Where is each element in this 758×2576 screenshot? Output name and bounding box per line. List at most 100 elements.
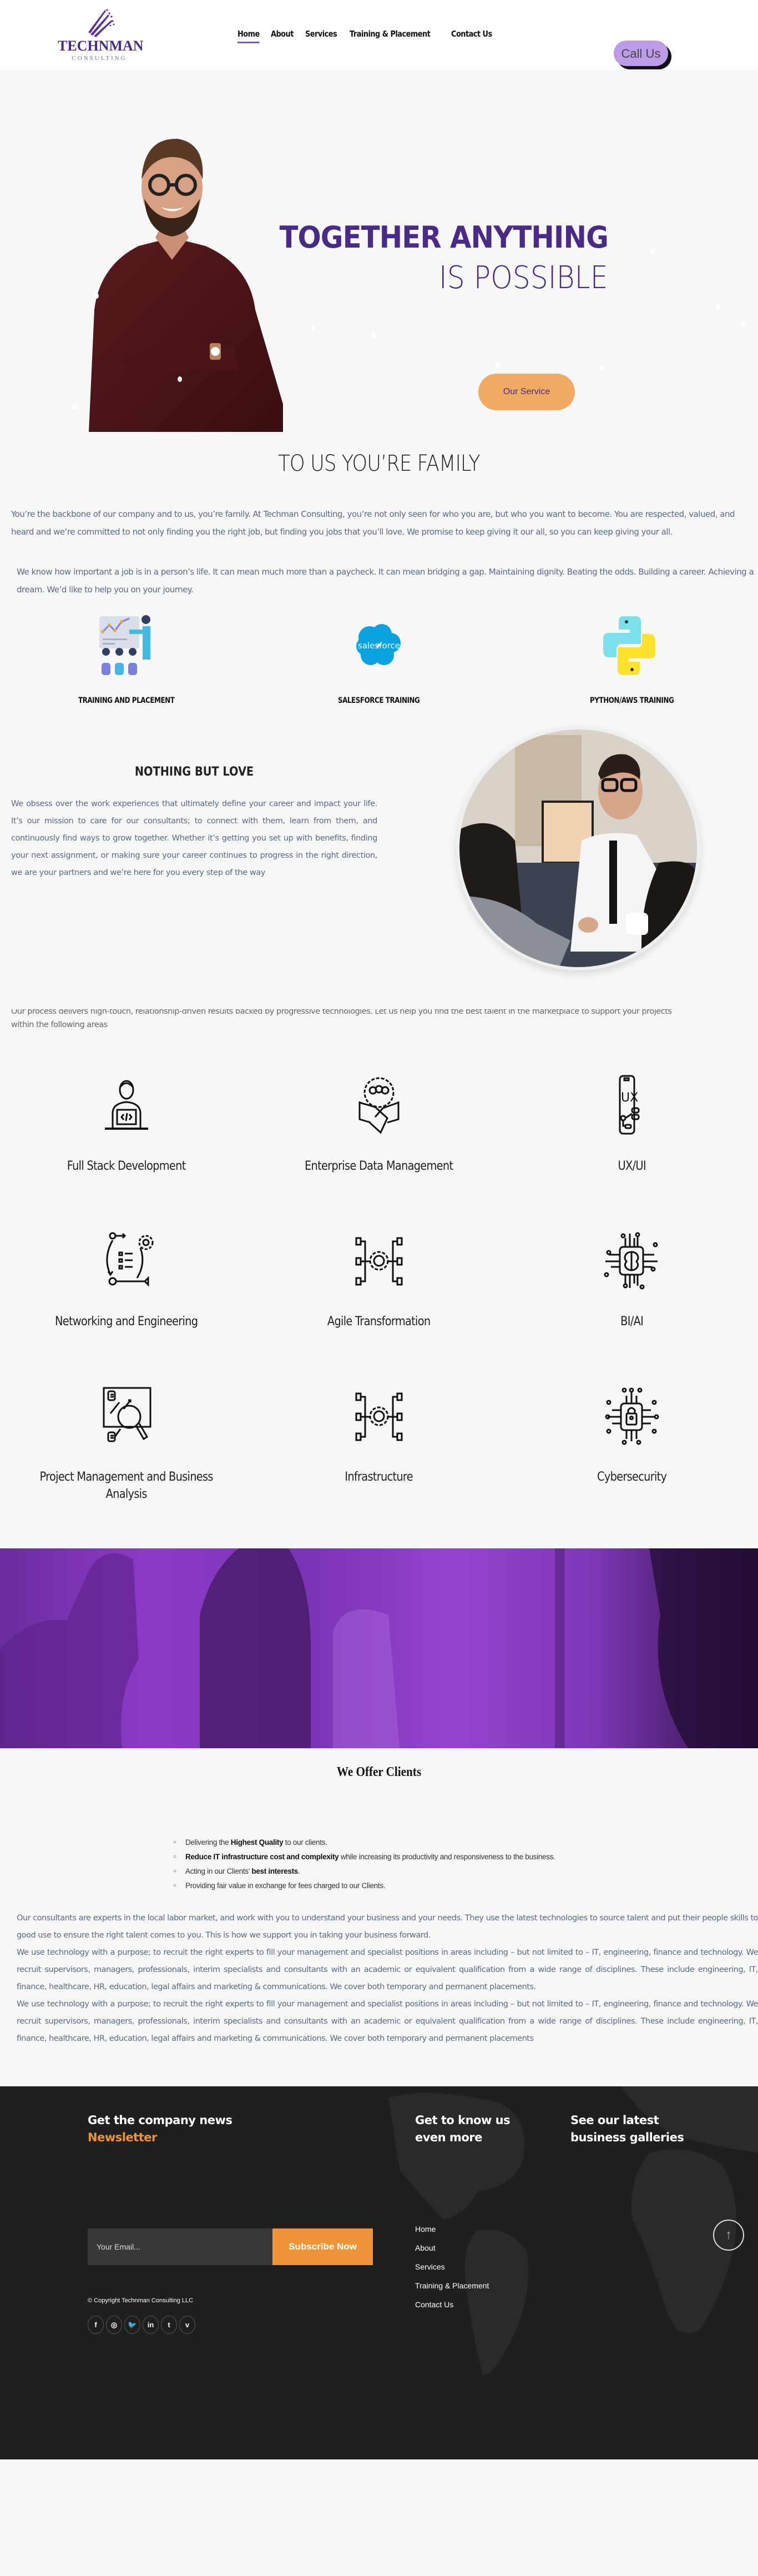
logo-subtitle: CONSULTING: [72, 55, 127, 62]
our-service-button[interactable]: Our Service: [478, 374, 575, 410]
area-item[interactable]: Cybersecurity: [506, 1385, 758, 1541]
area-item[interactable]: BI/AI: [506, 1230, 758, 1385]
nav-home[interactable]: Home: [237, 29, 260, 43]
training-label: TRAINING AND PLACEMENT: [78, 696, 175, 705]
area-label: BI/AI: [620, 1315, 644, 1329]
newsletter-heading: Get the company news Newsletter: [88, 2114, 233, 2144]
svg-text:UX: UX: [621, 1091, 638, 1105]
footer-link-training-placement[interactable]: Training & Placement: [415, 2276, 489, 2295]
nav-contact-us[interactable]: Contact Us: [451, 29, 492, 42]
back-to-top-button[interactable]: ↑: [713, 2220, 744, 2251]
lock-chip-icon: [605, 1387, 659, 1445]
areas-intro-line1: Our process delivers high-touch, relatio…: [11, 1009, 672, 1016]
salesforce-icon: salesforce: [356, 624, 401, 665]
email-input[interactable]: [88, 2228, 272, 2265]
ux-phone-icon: UX: [619, 1075, 640, 1135]
hero-title-line2: IS POSSIBLE: [439, 260, 608, 296]
area-item[interactable]: Networking and Engineering: [0, 1230, 252, 1385]
nav-about[interactable]: About: [271, 29, 294, 42]
footer-link-services[interactable]: Services: [415, 2257, 489, 2276]
gear-network-icon: [355, 1392, 403, 1441]
training-item-python-aws[interactable]: PYTHON/AWS TRAINING: [506, 615, 758, 710]
decor-dot: [94, 293, 99, 299]
site-footer: Get the company news Newsletter Subscrib…: [0, 2086, 758, 2459]
decor-dot: [599, 365, 604, 371]
family-paragraph-2: We know how important a job is in a pers…: [17, 567, 754, 595]
family-paragraph-1: You’re the backbone of our company and t…: [11, 509, 735, 537]
subscribe-button[interactable]: Subscribe Now: [272, 2228, 373, 2265]
decor-dot: [650, 249, 655, 254]
facebook-icon[interactable]: f: [88, 2316, 104, 2334]
decor-dot: [741, 321, 745, 326]
hero-section: TOGETHER ANYTHING IS POSSIBLE Our Servic…: [0, 71, 758, 432]
love-title: NOTHING BUT LOVE: [134, 765, 254, 779]
offer-paragraph: We use technology with a purpose; to rec…: [17, 1948, 758, 1991]
area-label: Networking and Engineering: [54, 1315, 198, 1329]
instagram-icon[interactable]: ◎: [106, 2316, 122, 2334]
linkedin-icon[interactable]: in: [143, 2316, 159, 2334]
areas-intro: Our process delivers high-touch, relatio…: [11, 1009, 758, 1044]
training-item-placement[interactable]: TRAINING AND PLACEMENT: [0, 615, 252, 710]
tumblr-icon[interactable]: t: [161, 2316, 177, 2334]
handshake-meeting-image: [456, 726, 700, 970]
nav-services[interactable]: Services: [305, 29, 337, 42]
copyright: © Copyright Technman Consulting LLC: [88, 2297, 194, 2304]
area-item[interactable]: Infrastructure: [252, 1385, 505, 1541]
nav-training-placement[interactable]: Training & Placement: [350, 29, 431, 42]
newsletter-form: Subscribe Now: [88, 2228, 373, 2265]
footer-link-home[interactable]: Home: [415, 2220, 489, 2238]
love-section: NOTHING BUT LOVE We obsess over the work…: [0, 710, 758, 1009]
area-label: Full Stack Development: [67, 1159, 186, 1173]
social-links: f ◎ 🐦 in t v: [88, 2316, 195, 2334]
family-section: TO US YOU’RE FAMILY You’re the backbone …: [0, 432, 758, 598]
logo-mark-icon: [88, 9, 115, 37]
newsletter-accent: Newsletter: [88, 2131, 157, 2144]
handshake-gear-icon: [358, 1077, 400, 1134]
workflow-gear-icon: [106, 1232, 154, 1287]
offer-list: Delivering the Highest Quality to our cl…: [173, 1835, 758, 1893]
areas-intro-line2: within the following areas: [11, 1020, 108, 1029]
decor-dot: [72, 404, 77, 410]
developer-laptop-icon: [104, 1080, 148, 1130]
area-label: Cybersecurity: [597, 1470, 667, 1484]
arrow-up-icon: ↑: [725, 2227, 732, 2242]
love-text: We obsess over the work experiences that…: [11, 799, 377, 877]
area-label: Agile Transformation: [327, 1315, 431, 1329]
offer-section: We Offer Clients Delivering the Highest …: [0, 1748, 758, 2047]
family-title: TO US YOU’RE FAMILY: [278, 451, 480, 476]
hero-title-line1: TOGETHER ANYTHING: [279, 220, 609, 255]
galleries-heading: See our latest business galleries: [570, 2114, 684, 2144]
twitter-icon[interactable]: 🐦: [124, 2316, 140, 2334]
decor-dot: [372, 332, 376, 338]
area-label: Enterprise Data Management: [305, 1159, 453, 1173]
site-header: TECHNMAN CONSULTING Home About Services …: [0, 0, 758, 71]
area-label: UX/UI: [618, 1159, 646, 1173]
team-banner-image: [0, 1548, 758, 1748]
area-item[interactable]: Agile Transformation: [252, 1230, 505, 1385]
training-section: TRAINING AND PLACEMENT salesforce SALESF…: [0, 598, 758, 710]
footer-links: Home About Services Training & Placement…: [415, 2220, 489, 2314]
svg-text:salesforce: salesforce: [358, 641, 400, 651]
logo[interactable]: TECHNMAN CONSULTING: [58, 7, 144, 62]
decor-dot: [178, 376, 182, 382]
call-us-button[interactable]: Call Us: [614, 41, 668, 66]
area-item[interactable]: Enterprise Data Management: [252, 1074, 505, 1230]
offer-list-item: Delivering the Highest Quality to our cl…: [173, 1835, 758, 1850]
training-item-salesforce[interactable]: salesforce SALESFORCE TRAINING: [252, 615, 505, 710]
area-item[interactable]: Full Stack Development: [0, 1074, 252, 1230]
offer-list-item: Reduce IT infrastructure cost and comple…: [173, 1850, 758, 1864]
decor-dot: [311, 325, 315, 331]
offer-description: Our consultants are experts in the local…: [17, 1910, 758, 2047]
python-icon: [603, 616, 656, 675]
area-item[interactable]: UX UX/UI: [506, 1074, 758, 1230]
vimeo-icon[interactable]: v: [179, 2316, 195, 2334]
area-item[interactable]: Project Management and Business Analysis: [0, 1385, 252, 1541]
logo-name: TECHNMAN: [58, 38, 144, 54]
offer-list-item: Acting in our Clients’ best interests.: [173, 1864, 758, 1879]
footer-link-contact-us[interactable]: Contact Us: [415, 2295, 489, 2314]
analysis-magnifier-icon: [103, 1387, 151, 1442]
training-label: PYTHON/AWS TRAINING: [589, 696, 674, 705]
areas-section: Our process delivers high-touch, relatio…: [0, 1009, 758, 1541]
hero-person-image: [89, 138, 283, 432]
footer-link-about[interactable]: About: [415, 2238, 489, 2257]
